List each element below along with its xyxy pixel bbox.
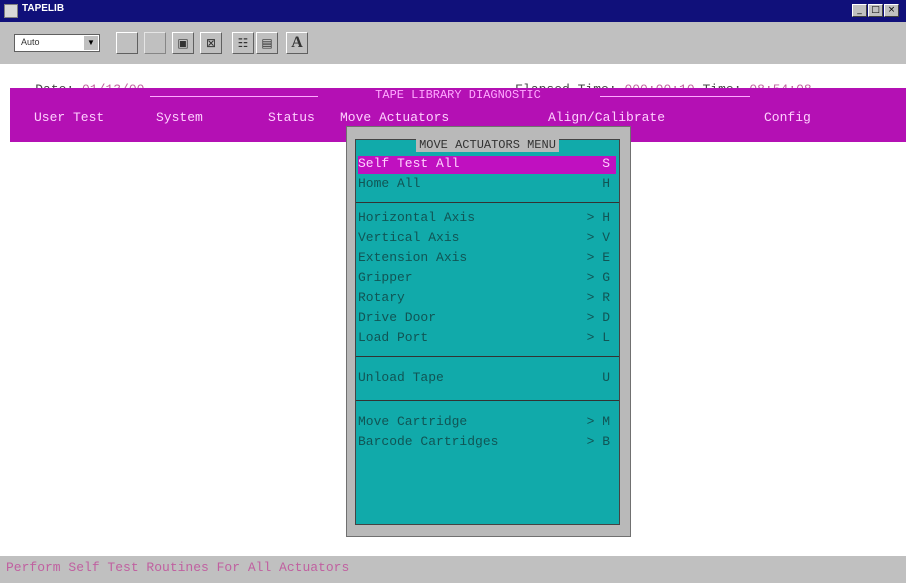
menu-divider [356, 356, 619, 357]
menu-item-label: Vertical Axis [358, 230, 460, 245]
menu-title: MOVE ACTUATORS MENU [356, 138, 619, 152]
menu-item-key: U [602, 370, 610, 385]
copy-icon[interactable] [116, 32, 138, 54]
menu-item-key: > G [586, 270, 610, 285]
menu-item-label: Move Cartridge [358, 414, 468, 429]
toolbar: Auto ▼ ▣ ⊠ ☷ ▤ A [0, 22, 906, 64]
menu-item-label: Horizontal Axis [358, 210, 476, 225]
menu-item-label: Rotary [358, 290, 405, 305]
menu-item-label: Load Port [358, 330, 429, 345]
app-icon [4, 4, 18, 18]
menu-item-label: Home All [358, 176, 421, 191]
menu-item-label: Gripper [358, 270, 413, 285]
window-title: TAPELIB [22, 3, 65, 14]
menu-move-actuators[interactable]: Move Actuators [340, 110, 449, 125]
menu-item-key: > D [586, 310, 610, 325]
menu-item-key: > L [586, 330, 610, 345]
menu-title-text: MOVE ACTUATORS MENU [416, 138, 559, 152]
menu-item-barcode-cartridges[interactable]: Barcode Cartridges > B [358, 434, 616, 452]
close-button[interactable]: × [884, 4, 899, 17]
window-titlebar: TAPELIB _ □ × [0, 0, 906, 22]
menu-item-rotary[interactable]: Rotary > R [358, 290, 616, 308]
status-bar: Perform Self Test Routines For All Actua… [0, 556, 906, 583]
menu-item-load-port[interactable]: Load Port > L [358, 330, 616, 348]
background-icon[interactable]: ▤ [256, 32, 278, 54]
menu-item-gripper[interactable]: Gripper > G [358, 270, 616, 288]
menu-panel: MOVE ACTUATORS MENU Self Test All S Home … [355, 138, 620, 525]
fullscreen-icon[interactable]: ⊠ [200, 32, 222, 54]
menu-item-move-cartridge[interactable]: Move Cartridge > M [358, 414, 616, 432]
menu-item-label: Extension Axis [358, 250, 468, 265]
font-size-select[interactable]: Auto ▼ [14, 34, 100, 52]
minimize-button[interactable]: _ [852, 4, 867, 17]
menu-item-key: > B [586, 434, 610, 449]
menu-config[interactable]: Config [764, 110, 811, 125]
menu-item-key: > M [586, 414, 610, 429]
paste-icon[interactable] [144, 32, 166, 54]
menu-divider [356, 400, 619, 401]
font-button[interactable]: A [286, 32, 308, 54]
clipboard-icon[interactable]: ▣ [172, 32, 194, 54]
menu-item-label: Self Test All [358, 156, 460, 171]
terminal-screen: Date: 01/13/00 Elapsed Time: 000:00:10 T… [0, 64, 906, 583]
menu-item-vertical-axis[interactable]: Vertical Axis > V [358, 230, 616, 248]
menu-item-key: > H [586, 210, 610, 225]
menu-system[interactable]: System [156, 110, 203, 125]
menu-item-label: Unload Tape [358, 370, 444, 385]
menu-item-key: S [602, 156, 610, 171]
menu-item-label: Barcode Cartridges [358, 434, 499, 449]
move-actuators-menu: MOVE ACTUATORS MENU Self Test All S Home … [346, 126, 631, 537]
menu-status[interactable]: Status [268, 110, 315, 125]
menu-item-label: Drive Door [358, 310, 437, 325]
menu-item-unload-tape[interactable]: Unload Tape U [358, 370, 616, 388]
diagnostic-title: TAPE LIBRARY DIAGNOSTIC [10, 88, 906, 102]
menu-item-key: > R [586, 290, 610, 305]
menu-item-home-all[interactable]: Home All H [358, 176, 616, 194]
diagnostic-title-text: TAPE LIBRARY DIAGNOSTIC [371, 88, 545, 102]
font-size-value: Auto [21, 37, 40, 47]
menu-item-key: > V [586, 230, 610, 245]
menu-item-key: H [602, 176, 610, 191]
menu-item-key: > E [586, 250, 610, 265]
menu-item-horizontal-axis[interactable]: Horizontal Axis > H [358, 210, 616, 228]
status-message: Perform Self Test Routines For All Actua… [6, 560, 350, 575]
menu-item-drive-door[interactable]: Drive Door > D [358, 310, 616, 328]
menu-item-extension-axis[interactable]: Extension Axis > E [358, 250, 616, 268]
menu-item-self-test-all[interactable]: Self Test All S [358, 156, 616, 174]
maximize-button[interactable]: □ [868, 4, 883, 17]
chevron-down-icon[interactable]: ▼ [84, 36, 98, 50]
properties-icon[interactable]: ☷ [232, 32, 254, 54]
menu-divider [356, 202, 619, 203]
menu-align-calibrate[interactable]: Align/Calibrate [548, 110, 665, 125]
menu-user-test[interactable]: User Test [34, 110, 104, 125]
